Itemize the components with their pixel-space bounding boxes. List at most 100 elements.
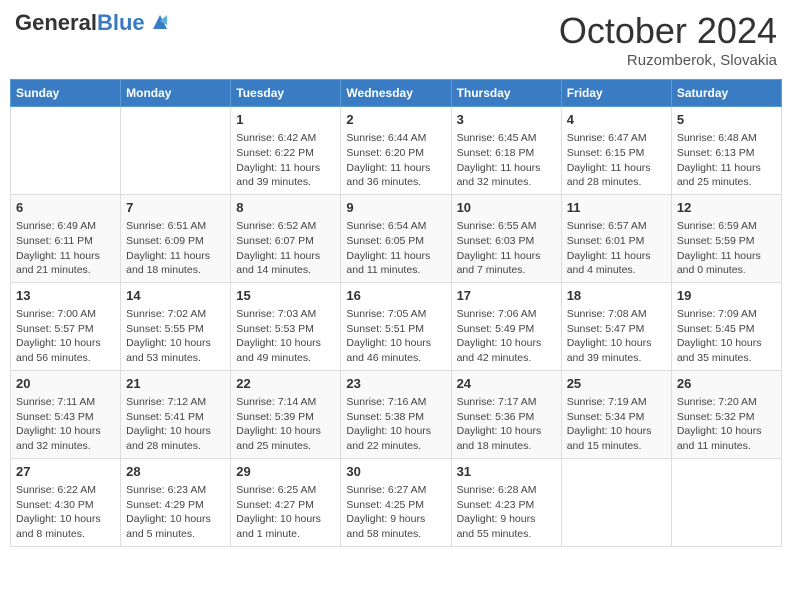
day-info: Sunrise: 7:06 AMSunset: 5:49 PMDaylight:… <box>457 307 556 366</box>
day-number: 22 <box>236 375 335 393</box>
logo-icon <box>149 11 171 33</box>
calendar-week-row: 20 Sunrise: 7:11 AMSunset: 5:43 PMDayligh… <box>11 370 782 458</box>
calendar-cell: 3Sunrise: 6:45 AMSunset: 6:18 PMDaylight… <box>451 107 561 195</box>
page-header: GeneralBlue October 2024 Ruzomberok, Slo… <box>10 10 782 69</box>
day-number: 14 <box>126 287 225 305</box>
calendar-cell: 20 Sunrise: 7:11 AMSunset: 5:43 PMDayligh… <box>11 370 121 458</box>
calendar-cell <box>11 107 121 195</box>
calendar-cell: 11Sunrise: 6:57 AMSunset: 6:01 PMDayligh… <box>561 194 671 282</box>
day-info: Sunrise: 6:28 AMSunset: 4:23 PMDaylight:… <box>457 483 556 542</box>
day-of-week-header: Wednesday <box>341 80 451 107</box>
logo: GeneralBlue <box>15 10 171 36</box>
day-info: Sunrise: 6:45 AMSunset: 6:18 PMDaylight:… <box>457 131 556 190</box>
calendar-cell: 2 Sunrise: 6:44 AMSunset: 6:20 PMDaylight… <box>341 107 451 195</box>
day-number: 2 <box>346 111 445 129</box>
calendar-header: SundayMondayTuesdayWednesdayThursdayFrid… <box>11 80 782 107</box>
day-number: 30 <box>346 463 445 481</box>
calendar-cell: 14 Sunrise: 7:02 AMSunset: 5:55 PMDayligh… <box>121 282 231 370</box>
day-number: 8 <box>236 199 335 217</box>
day-info: Sunrise: 7:03 AMSunset: 5:53 PMDaylight:… <box>236 307 335 366</box>
calendar-cell: 17 Sunrise: 7:06 AMSunset: 5:49 PMDayligh… <box>451 282 561 370</box>
calendar-cell: 28 Sunrise: 6:23 AMSunset: 4:29 PMDayligh… <box>121 458 231 546</box>
day-number: 25 <box>567 375 666 393</box>
day-info: Sunrise: 6:27 AMSunset: 4:25 PMDaylight:… <box>346 483 445 542</box>
day-number: 27 <box>16 463 115 481</box>
calendar-cell: 26 Sunrise: 7:20 AMSunset: 5:32 PMDayligh… <box>671 370 781 458</box>
day-number: 20 <box>16 375 115 393</box>
day-info: Sunrise: 6:55 AMSunset: 6:03 PMDaylight:… <box>457 219 556 278</box>
day-of-week-header: Tuesday <box>231 80 341 107</box>
calendar-cell: 16 Sunrise: 7:05 AMSunset: 5:51 PMDayligh… <box>341 282 451 370</box>
day-of-week-header: Monday <box>121 80 231 107</box>
month-title: October 2024 <box>559 10 777 52</box>
calendar-cell: 1Sunrise: 6:42 AMSunset: 6:22 PMDaylight… <box>231 107 341 195</box>
day-number: 4 <box>567 111 666 129</box>
day-info: Sunrise: 6:25 AMSunset: 4:27 PMDaylight:… <box>236 483 335 542</box>
calendar-cell: 13Sunrise: 7:00 AMSunset: 5:57 PMDayligh… <box>11 282 121 370</box>
day-info: Sunrise: 7:09 AMSunset: 5:45 PMDaylight:… <box>677 307 776 366</box>
day-info: Sunrise: 7:17 AMSunset: 5:36 PMDaylight:… <box>457 395 556 454</box>
day-info: Sunrise: 6:47 AMSunset: 6:15 PMDaylight:… <box>567 131 666 190</box>
calendar-cell <box>121 107 231 195</box>
calendar-cell: 12 Sunrise: 6:59 AMSunset: 5:59 PMDayligh… <box>671 194 781 282</box>
calendar-cell: 30 Sunrise: 6:27 AMSunset: 4:25 PMDayligh… <box>341 458 451 546</box>
day-of-week-header: Sunday <box>11 80 121 107</box>
calendar-cell <box>561 458 671 546</box>
day-info: Sunrise: 6:48 AMSunset: 6:13 PMDaylight:… <box>677 131 776 190</box>
day-number: 16 <box>346 287 445 305</box>
day-number: 17 <box>457 287 556 305</box>
day-info: Sunrise: 6:51 AMSunset: 6:09 PMDaylight:… <box>126 219 225 278</box>
day-info: Sunrise: 7:11 AMSunset: 5:43 PMDaylight:… <box>16 395 115 454</box>
calendar-cell: 9 Sunrise: 6:54 AMSunset: 6:05 PMDaylight… <box>341 194 451 282</box>
calendar-cell: 23 Sunrise: 7:16 AMSunset: 5:38 PMDayligh… <box>341 370 451 458</box>
day-number: 26 <box>677 375 776 393</box>
calendar-cell: 31Sunrise: 6:28 AMSunset: 4:23 PMDayligh… <box>451 458 561 546</box>
day-number: 19 <box>677 287 776 305</box>
day-info: Sunrise: 7:02 AMSunset: 5:55 PMDaylight:… <box>126 307 225 366</box>
day-info: Sunrise: 6:44 AMSunset: 6:20 PMDaylight:… <box>346 131 445 190</box>
day-number: 10 <box>457 199 556 217</box>
day-info: Sunrise: 7:05 AMSunset: 5:51 PMDaylight:… <box>346 307 445 366</box>
calendar-cell: 22 Sunrise: 7:14 AMSunset: 5:39 PMDayligh… <box>231 370 341 458</box>
calendar-cell: 24 Sunrise: 7:17 AMSunset: 5:36 PMDayligh… <box>451 370 561 458</box>
day-number: 6 <box>16 199 115 217</box>
logo-general: GeneralBlue <box>15 10 145 36</box>
day-number: 28 <box>126 463 225 481</box>
calendar-cell: 7Sunrise: 6:51 AMSunset: 6:09 PMDaylight… <box>121 194 231 282</box>
calendar-table: SundayMondayTuesdayWednesdayThursdayFrid… <box>10 79 782 547</box>
day-number: 24 <box>457 375 556 393</box>
calendar-cell: 8 Sunrise: 6:52 AMSunset: 6:07 PMDaylight… <box>231 194 341 282</box>
calendar-cell: 5Sunrise: 6:48 AMSunset: 6:13 PMDaylight… <box>671 107 781 195</box>
day-info: Sunrise: 7:20 AMSunset: 5:32 PMDaylight:… <box>677 395 776 454</box>
day-of-week-header: Friday <box>561 80 671 107</box>
day-number: 29 <box>236 463 335 481</box>
location: Ruzomberok, Slovakia <box>559 52 777 69</box>
day-of-week-header: Saturday <box>671 80 781 107</box>
calendar-cell: 29 Sunrise: 6:25 AMSunset: 4:27 PMDayligh… <box>231 458 341 546</box>
day-info: Sunrise: 7:16 AMSunset: 5:38 PMDaylight:… <box>346 395 445 454</box>
day-info: Sunrise: 7:14 AMSunset: 5:39 PMDaylight:… <box>236 395 335 454</box>
day-number: 11 <box>567 199 666 217</box>
day-number: 9 <box>346 199 445 217</box>
title-block: October 2024 Ruzomberok, Slovakia <box>559 10 777 69</box>
day-number: 15 <box>236 287 335 305</box>
calendar-cell: 27Sunrise: 6:22 AMSunset: 4:30 PMDayligh… <box>11 458 121 546</box>
day-info: Sunrise: 6:52 AMSunset: 6:07 PMDaylight:… <box>236 219 335 278</box>
calendar-cell: 21Sunrise: 7:12 AMSunset: 5:41 PMDayligh… <box>121 370 231 458</box>
calendar-week-row: 1Sunrise: 6:42 AMSunset: 6:22 PMDaylight… <box>11 107 782 195</box>
calendar-week-row: 6Sunrise: 6:49 AMSunset: 6:11 PMDaylight… <box>11 194 782 282</box>
calendar-cell <box>671 458 781 546</box>
day-info: Sunrise: 6:54 AMSunset: 6:05 PMDaylight:… <box>346 219 445 278</box>
day-number: 12 <box>677 199 776 217</box>
day-info: Sunrise: 6:23 AMSunset: 4:29 PMDaylight:… <box>126 483 225 542</box>
calendar-cell: 10 Sunrise: 6:55 AMSunset: 6:03 PMDayligh… <box>451 194 561 282</box>
calendar-cell: 18Sunrise: 7:08 AMSunset: 5:47 PMDayligh… <box>561 282 671 370</box>
day-info: Sunrise: 6:59 AMSunset: 5:59 PMDaylight:… <box>677 219 776 278</box>
calendar-week-row: 13Sunrise: 7:00 AMSunset: 5:57 PMDayligh… <box>11 282 782 370</box>
day-info: Sunrise: 7:19 AMSunset: 5:34 PMDaylight:… <box>567 395 666 454</box>
calendar-week-row: 27Sunrise: 6:22 AMSunset: 4:30 PMDayligh… <box>11 458 782 546</box>
day-number: 1 <box>236 111 335 129</box>
calendar-cell: 25 Sunrise: 7:19 AMSunset: 5:34 PMDayligh… <box>561 370 671 458</box>
day-number: 23 <box>346 375 445 393</box>
calendar-cell: 19 Sunrise: 7:09 AMSunset: 5:45 PMDayligh… <box>671 282 781 370</box>
